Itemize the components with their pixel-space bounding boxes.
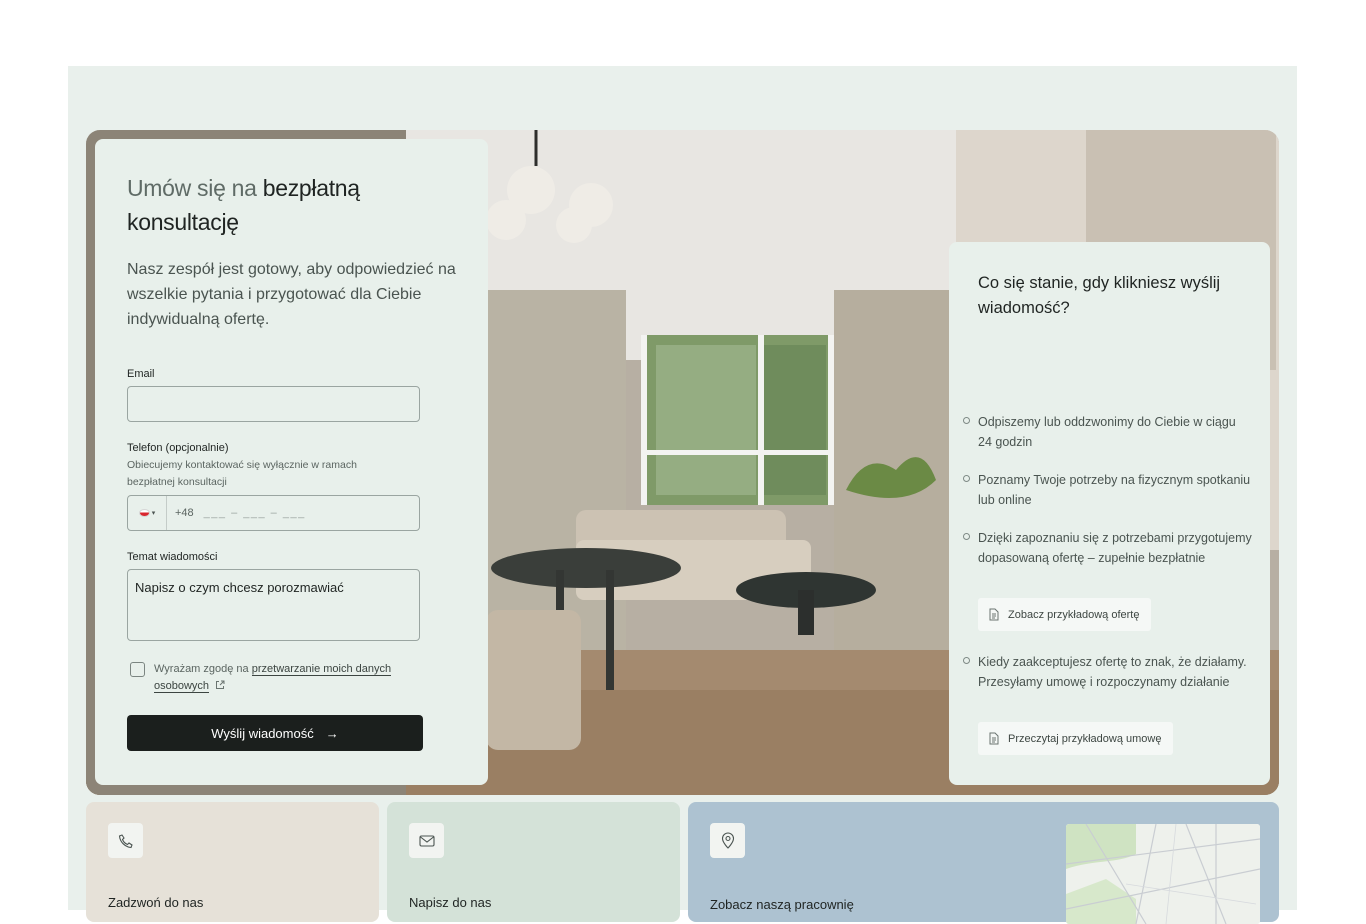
write-to-us-tile[interactable]: Napisz do nas (387, 802, 680, 922)
step-item: Poznamy Twoje potrzeby na fizycznym spot… (963, 470, 1253, 510)
consent-checkbox[interactable] (130, 662, 145, 677)
form-lead-text: Nasz zespół jest gotowy, aby odpowiedzie… (127, 261, 456, 328)
read-sample-contract-button[interactable]: Przeczytaj przykładową umowę (978, 722, 1174, 755)
arrow-right-icon: → (325, 725, 339, 741)
step-text: Kiedy zaakceptujesz ofertę to znak, że d… (978, 655, 1247, 689)
call-us-tile[interactable]: Zadzwoń do nas (86, 802, 379, 922)
country-selector[interactable]: ▾ (128, 496, 167, 530)
location-pin-icon (710, 823, 745, 858)
bullet-icon (963, 533, 970, 540)
subject-textarea[interactable]: Napisz o czym chcesz porozmawiać (127, 569, 420, 641)
phone-label: Telefon (opcjonalnie) (127, 442, 229, 454)
call-us-label: Zadzwoń do nas (108, 895, 204, 910)
phone-mask: ___ – ___ – ___ (203, 507, 306, 519)
step-text: Poznamy Twoje potrzeby na fizycznym spot… (978, 473, 1251, 507)
email-field[interactable] (127, 386, 420, 422)
next-steps-card: Co się stanie, gdy klikniesz wyślij wiad… (949, 242, 1270, 785)
view-sample-offer-button[interactable]: Zobacz przykładową ofertę (978, 598, 1152, 631)
view-sample-offer-label: Zobacz przykładową ofertę (1008, 608, 1140, 621)
subject-label: Temat wiadomości (127, 551, 218, 563)
phone-prefix: +48 (175, 507, 194, 519)
write-to-us-label: Napisz do nas (409, 895, 492, 910)
phone-hint: Obiecujemy kontaktować się wyłącznie w r… (127, 459, 357, 488)
read-sample-contract-label: Przeczytaj przykładową umowę (1008, 732, 1162, 745)
email-label: Email (127, 368, 155, 380)
location-map[interactable] (1066, 824, 1260, 924)
form-title: Umów się na bezpłatną konsultację (127, 171, 457, 239)
consent-text: Wyrażam zgodę na przetwarzanie moich dan… (154, 661, 414, 695)
bullet-icon (963, 417, 970, 424)
consent-prefix: Wyrażam zgodę na (154, 663, 252, 675)
chevron-down-icon: ▾ (151, 510, 156, 517)
external-link-icon (216, 680, 225, 689)
visit-studio-tile[interactable]: Zobacz naszą pracownię (688, 802, 1279, 924)
subject-textarea-value: Napisz o czym chcesz porozmawiać (135, 580, 344, 595)
send-message-button[interactable]: Wyślij wiadomość → (127, 715, 423, 751)
step-item: Dzięki zapoznaniu się z potrzebami przyg… (963, 528, 1253, 568)
document-icon (989, 732, 999, 745)
flag-pl-icon (138, 509, 150, 517)
bullet-icon (963, 657, 970, 664)
mail-icon (409, 823, 444, 858)
bullet-icon (963, 475, 970, 482)
next-steps-title: Co się stanie, gdy klikniesz wyślij wiad… (978, 274, 1221, 317)
send-message-label: Wyślij wiadomość (211, 725, 314, 741)
consultation-form-card: Umów się na bezpłatną konsultację Nasz z… (95, 139, 488, 785)
step-text: Dzięki zapoznaniu się z potrzebami przyg… (978, 531, 1252, 565)
step-text: Odpiszemy lub oddzwonimy do Ciebie w cią… (978, 415, 1236, 449)
phone-icon (108, 823, 143, 858)
step-item: Kiedy zaakceptujesz ofertę to znak, że d… (963, 652, 1253, 692)
step-item: Odpiszemy lub oddzwonimy do Ciebie w cią… (963, 412, 1253, 452)
phone-field[interactable]: ▾ +48 ___ – ___ – ___ (127, 495, 420, 531)
form-title-muted: Umów się na (127, 175, 257, 201)
document-icon (989, 608, 999, 621)
